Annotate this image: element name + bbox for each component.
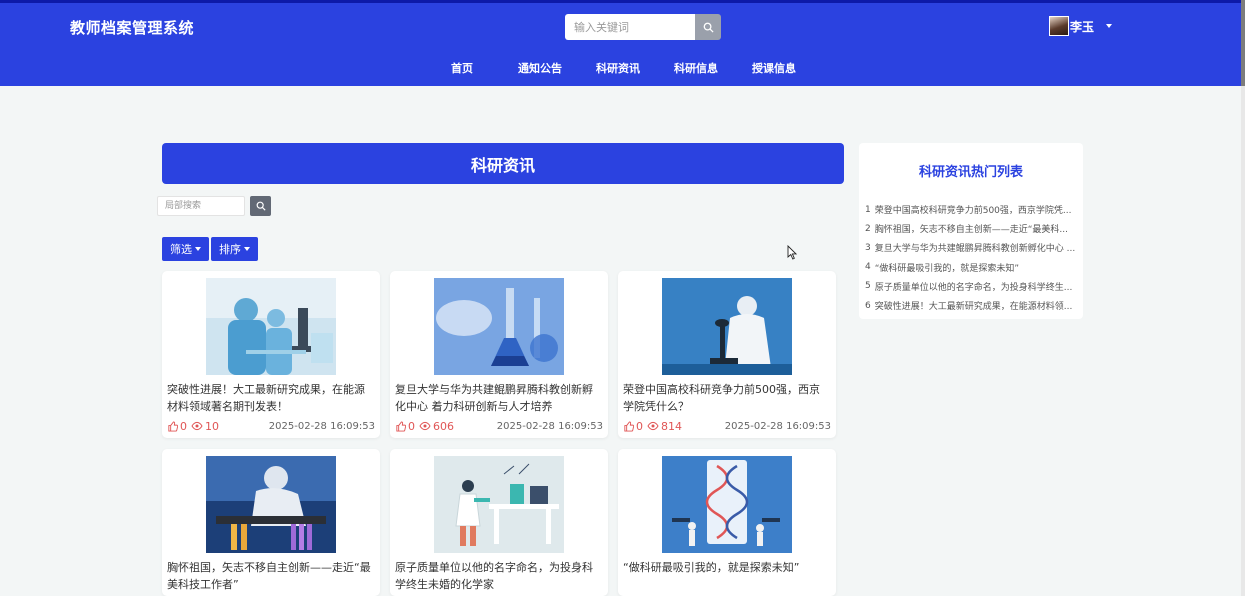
card-image [662,456,792,553]
page-title-banner: 科研资讯 [162,143,844,184]
avatar [1049,16,1069,36]
card-image [206,456,336,553]
nav-item-research-info[interactable]: 科研信息 [674,60,718,76]
thumbs-up-icon [624,420,634,432]
card-date: 2025-02-28 16:09:53 [268,420,375,432]
card-image [662,278,792,375]
news-card[interactable]: 突破性进展！大工最新研究成果，在能源材料领域著名期刊发表！ 0 10 2025-… [162,271,380,438]
top-header: 教师档案管理系统 李玉 首页 通知公告 科研资讯 科研信息 授课信息 [0,0,1245,86]
hot-list-text: 原子质量单位以他的名字命名，为投身科学终生... [874,282,1073,293]
hot-list-text: 荣登中国高校科研竞争力前500强，西京学院凭... [874,206,1072,217]
card-title: “做科研最吸引我的，就是探索未知” [623,561,800,574]
hot-list-panel: 科研资讯热门列表 1 荣登中国高校科研竞争力前500强，西京学院凭... 2 胸怀祖… [859,143,1083,319]
like-count[interactable]: 0 [395,420,415,433]
nav-item-teaching-info[interactable]: 授课信息 [752,60,796,76]
hot-list-item[interactable]: 2 胸怀祖国，矢志不移自主创新——走近“最美科... [865,219,1077,238]
hot-list-text: 复旦大学与华为共建鲲鹏昇腾科教创新孵化中心 ... [874,244,1076,255]
search-input[interactable] [565,14,695,40]
sort-label: 排序 [219,243,241,256]
eye-icon [419,421,431,431]
hot-list-item[interactable]: 6 突破性进展！大工最新研究成果，在能源材料领... [865,296,1077,315]
card-image [206,278,336,375]
thumbs-up-icon [396,420,406,432]
hot-list-item[interactable]: 1 荣登中国高校科研竞争力前500强，西京学院凭... [865,200,1077,219]
hot-list-text: 突破性进展！大工最新研究成果，在能源材料领... [874,302,1073,313]
hot-list: 1 荣登中国高校科研竞争力前500强，西京学院凭... 2 胸怀祖国，矢志不移自主创… [865,200,1077,315]
hot-list-item[interactable]: 3 复旦大学与华为共建鲲鹏昇腾科教创新孵化中心 ... [865,238,1077,257]
global-search [565,14,721,40]
card-title: 原子质量单位以他的名字命名，为投身科学终生未婚的化学家 [395,561,593,591]
hot-list-rank: 3 [865,242,871,253]
card-meta: 0 814 2025-02-28 16:09:53 [623,419,831,433]
card-title: 胸怀祖国，矢志不移自主创新——走近“最美科技工作者” [167,561,371,591]
nav-item-research-news[interactable]: 科研资讯 [596,60,640,76]
local-search-button[interactable] [250,196,271,216]
view-count-value: 814 [661,419,682,433]
card-meta: 0 606 2025-02-28 16:09:53 [395,419,603,433]
card-title: 突破性进展！大工最新研究成果，在能源材料领域著名期刊发表！ [167,383,365,413]
eye-icon [191,421,203,431]
card-date: 2025-02-28 16:09:53 [496,420,603,432]
page-scrollbar[interactable] [1241,0,1245,596]
scrollbar-thumb[interactable] [1241,0,1245,86]
eye-icon [647,421,659,431]
thumbs-up-icon [168,420,178,432]
view-count-value: 606 [433,419,454,433]
card-image [434,278,564,375]
view-count: 10 [191,420,219,433]
local-search-input[interactable] [157,196,245,216]
hot-list-rank: 5 [865,281,871,292]
news-card[interactable]: 复旦大学与华为共建鲲鹏昇腾科教创新孵化中心 着力科研创新与人才培养 0 606 … [390,271,608,438]
search-icon [703,22,714,33]
view-count-value: 10 [205,419,219,433]
card-meta: 0 10 2025-02-28 16:09:53 [167,419,375,433]
news-card[interactable]: 胸怀祖国，矢志不移自主创新——走近“最美科技工作者” [162,449,380,596]
sort-button[interactable]: 排序 [211,237,258,261]
view-count: 606 [419,420,454,433]
card-title: 荣登中国高校科研竞争力前500强，西京学院凭什么？ [623,383,820,413]
search-icon [256,201,266,211]
user-menu[interactable]: 李玉 [1049,16,1113,36]
mouse-cursor-icon [787,245,797,260]
hot-list-rank: 2 [865,223,871,234]
card-date: 2025-02-28 16:09:53 [724,420,831,432]
hot-list-text: 胸怀祖国，矢志不移自主创新——走近“最美科... [874,225,1068,236]
news-card[interactable]: 原子质量单位以他的名字命名，为投身科学终生未婚的化学家 [390,449,608,596]
hot-list-rank: 6 [865,300,871,311]
like-count-value: 0 [180,419,187,433]
hot-list-rank: 4 [865,262,871,273]
hot-list-text: “做科研最吸引我的，就是探索未知” [874,263,1020,274]
brand-title: 教师档案管理系统 [70,19,195,37]
filter-button[interactable]: 筛选 [162,237,209,261]
chevron-down-icon [244,247,250,251]
hot-list-title: 科研资讯热门列表 [918,165,1023,180]
like-count[interactable]: 0 [167,420,187,433]
card-title: 复旦大学与华为共建鲲鹏昇腾科教创新孵化中心 着力科研创新与人才培养 [395,383,593,413]
user-name: 李玉 [1070,19,1095,34]
nav-item-home[interactable]: 首页 [451,60,473,76]
chevron-down-icon [195,247,201,251]
search-button[interactable] [695,14,721,40]
like-count-value: 0 [636,419,643,433]
nav-item-notices[interactable]: 通知公告 [518,60,562,76]
news-card[interactable]: “做科研最吸引我的，就是探索未知” [618,449,836,596]
like-count[interactable]: 0 [623,420,643,433]
filter-label: 筛选 [170,243,192,256]
hot-list-item[interactable]: 4 “做科研最吸引我的，就是探索未知” [865,258,1077,277]
chevron-down-icon [1106,24,1113,28]
news-card[interactable]: 荣登中国高校科研竞争力前500强，西京学院凭什么？ 0 814 2025-02-… [618,271,836,438]
hot-list-item[interactable]: 5 原子质量单位以他的名字命名，为投身科学终生... [865,277,1077,296]
card-image [434,456,564,553]
view-count: 814 [647,420,682,433]
hot-list-rank: 1 [865,204,871,215]
local-search [157,196,271,216]
like-count-value: 0 [408,419,415,433]
